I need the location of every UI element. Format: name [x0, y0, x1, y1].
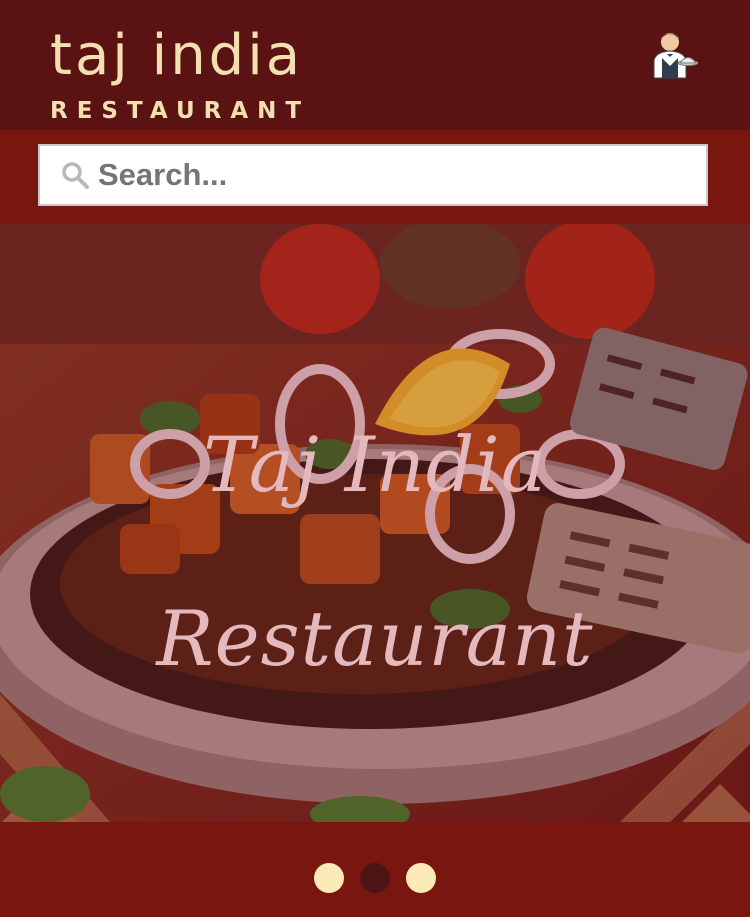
logo-title: taj india [50, 23, 304, 88]
hero-banner: Taj India Restaurant [0, 224, 750, 822]
search-box[interactable] [38, 144, 708, 206]
logo[interactable]: taj india RESTAURANT [50, 28, 315, 128]
hero-image [0, 224, 750, 822]
search-input[interactable] [98, 157, 706, 193]
carousel-dot-1[interactable] [314, 862, 344, 893]
search-bar [0, 130, 750, 224]
site-header: taj india RESTAURANT [0, 0, 750, 130]
waiter-icon[interactable] [648, 30, 699, 80]
waiter-icon-svg [653, 33, 699, 79]
carousel-indicators [0, 822, 750, 917]
hero-title-line2: Restaurant [156, 594, 594, 683]
carousel-dot-2-active[interactable] [360, 862, 390, 893]
carousel-dot-3[interactable] [406, 862, 436, 893]
hero-title-line1: Taj India [202, 420, 548, 509]
logo-subtitle: RESTAURANT [50, 98, 311, 124]
search-icon [62, 162, 89, 189]
